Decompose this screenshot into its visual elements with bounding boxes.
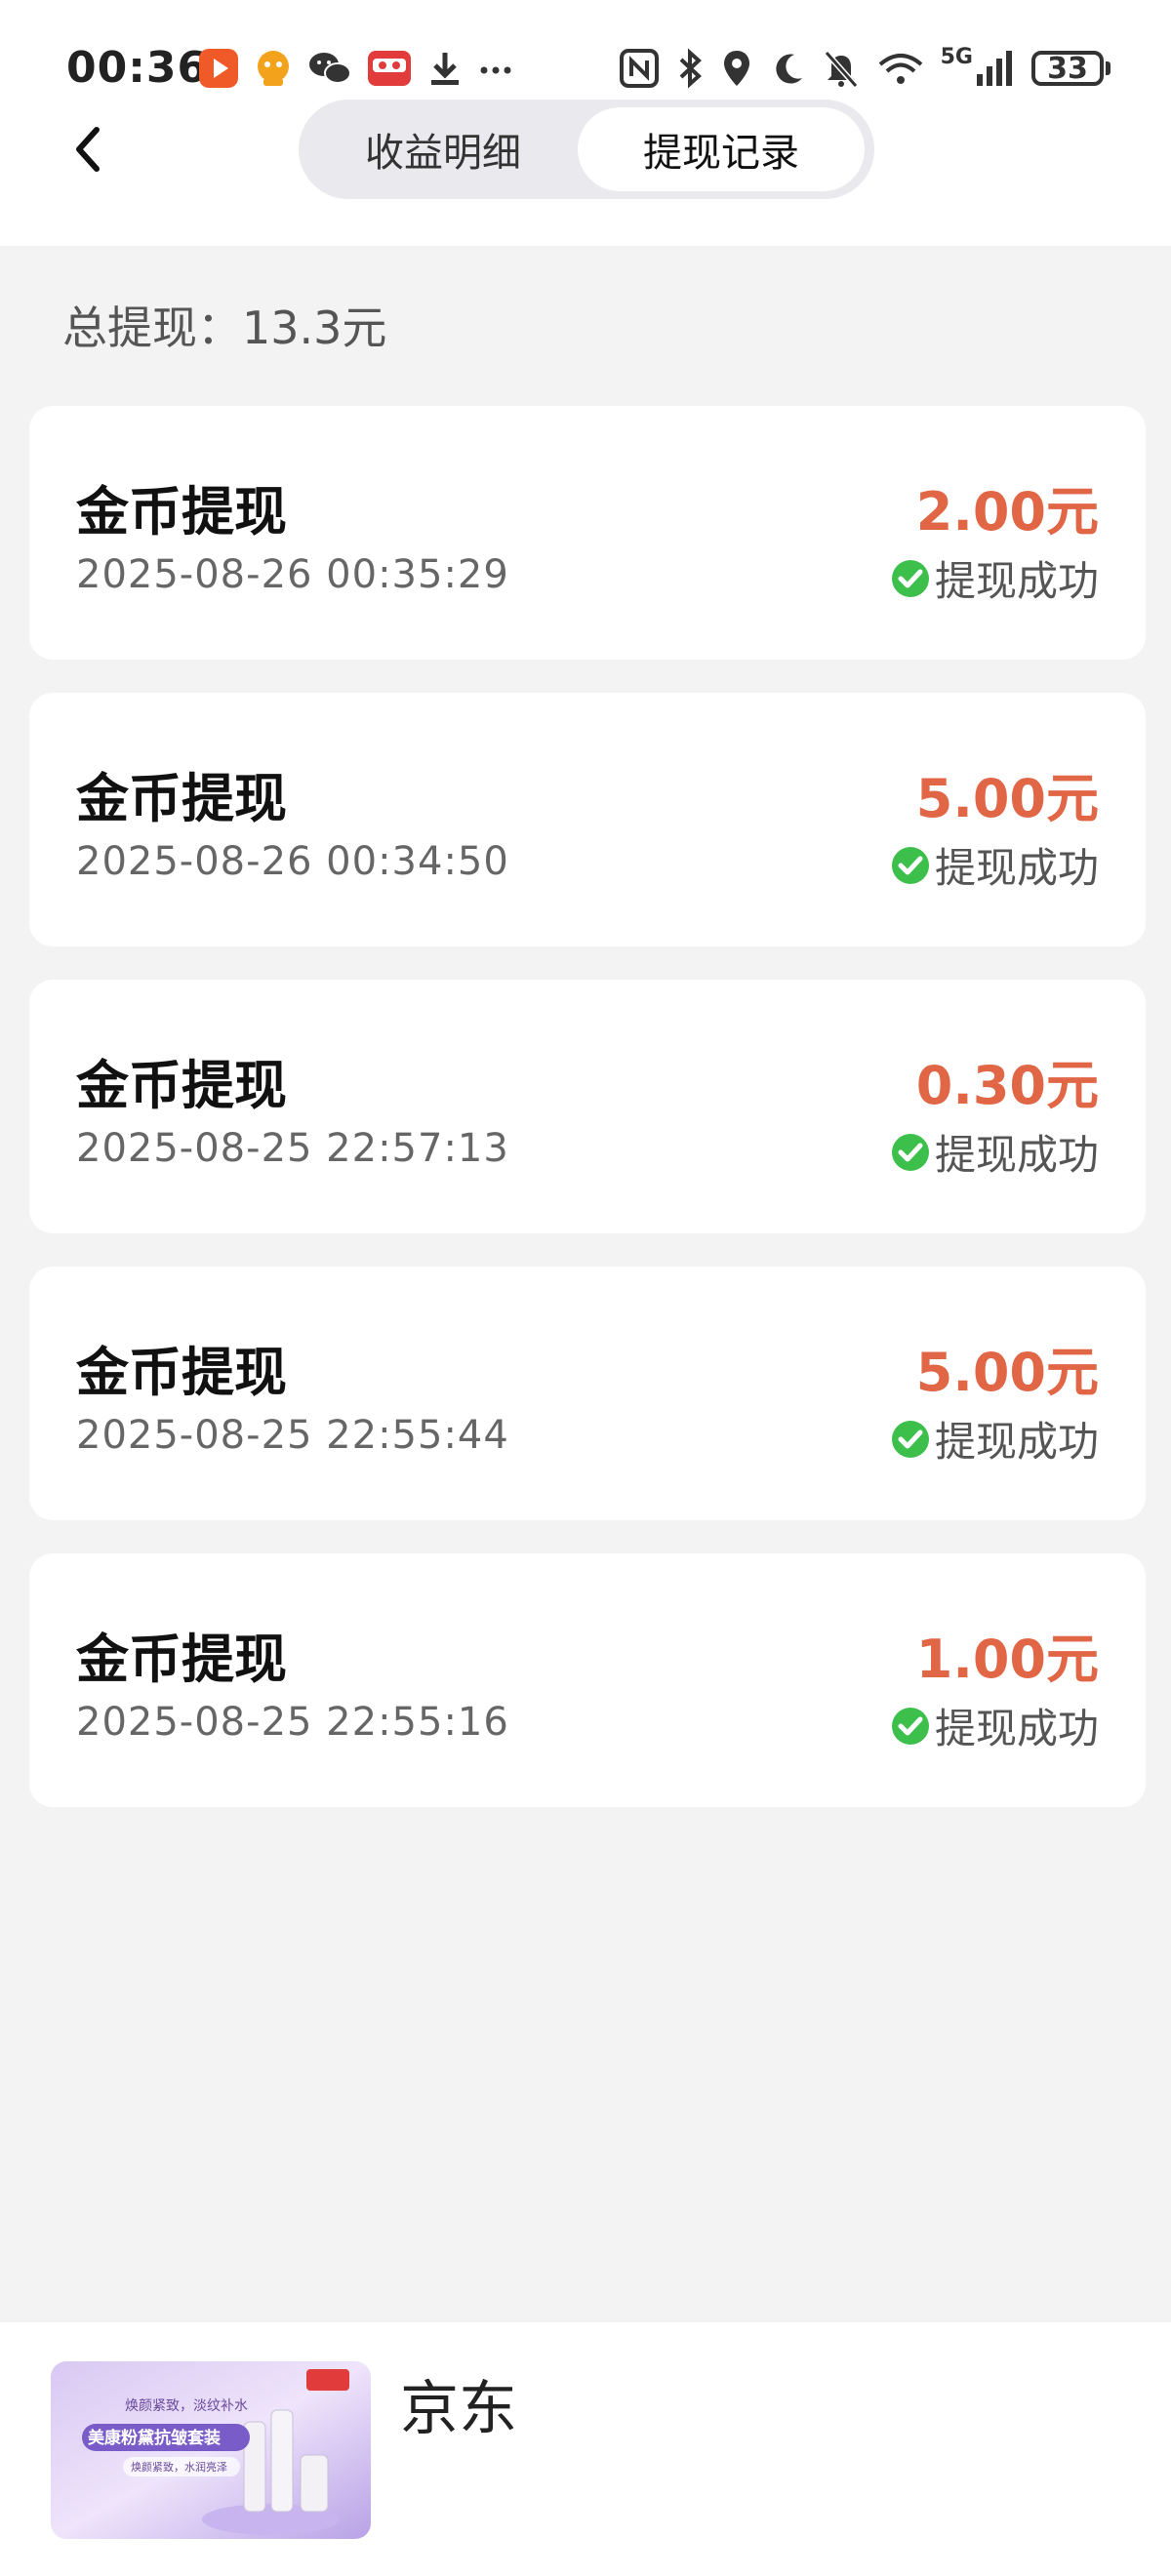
mute-icon (822, 47, 861, 90)
record-amount: 5.00元 (915, 1342, 1099, 1403)
game-app-icon (365, 47, 414, 90)
check-circle-icon (891, 1133, 929, 1171)
chevron-left-icon (76, 127, 100, 172)
location-icon (720, 47, 753, 90)
record-datetime: 2025-08-25 22:55:44 (76, 1413, 509, 1458)
record-datetime: 2025-08-26 00:35:29 (76, 552, 509, 597)
list-item[interactable]: 金币提现 2025-08-25 22:57:13 0.30元 提现成功 (29, 980, 1146, 1233)
record-title: 金币提现 (76, 481, 287, 543)
bluetooth-icon (675, 47, 705, 90)
ad-line-2: 美康粉黛抗皱套装 (88, 2428, 221, 2448)
nfc-icon (619, 47, 660, 90)
record-datetime: 2025-08-25 22:55:16 (76, 1700, 509, 1745)
check-circle-icon (891, 559, 929, 597)
battery-icon: 33 (1031, 51, 1110, 86)
record-amount: 1.00元 (915, 1629, 1099, 1690)
notification-icons (197, 43, 515, 94)
wechat-icon (306, 47, 353, 90)
more-notifications-icon (476, 47, 515, 90)
download-icon (425, 47, 464, 90)
ad-brand-name: 京东 (400, 2375, 517, 2443)
status-text: 提现成功 (934, 1418, 1099, 1466)
record-amount: 5.00元 (915, 768, 1099, 829)
status-time: 00:36 (66, 43, 209, 93)
tab-earnings-detail[interactable]: 收益明细 (306, 107, 580, 191)
record-status: 提现成功 (890, 835, 1099, 895)
wifi-icon (876, 47, 925, 90)
list-item[interactable]: 金币提现 2025-08-25 22:55:44 5.00元 提现成功 (29, 1267, 1146, 1520)
ad-banner[interactable]: 焕颜紧致，淡纹补水 美康粉黛抗皱套装 焕颜紧致，水润亮泽 京东 (0, 2322, 1171, 2576)
video-app-icon (197, 47, 240, 90)
withdrawal-list: 金币提现 2025-08-26 00:35:29 2.00元 提现成功 金币提现… (29, 406, 1146, 1840)
mascot-app-icon (252, 47, 295, 90)
list-item[interactable]: 金币提现 2025-08-26 00:34:50 5.00元 提现成功 (29, 693, 1146, 946)
record-datetime: 2025-08-26 00:34:50 (76, 839, 509, 884)
record-status: 提现成功 (890, 1122, 1099, 1182)
segmented-tabs: 收益明细 提现记录 (299, 100, 874, 199)
ad-line-3: 焕颜紧致，水润亮泽 (131, 2460, 227, 2474)
list-item[interactable]: 金币提现 2025-08-25 22:55:16 1.00元 提现成功 (29, 1553, 1146, 1807)
check-circle-icon (891, 1420, 929, 1458)
record-amount: 0.30元 (915, 1055, 1099, 1116)
check-circle-icon (891, 846, 929, 884)
record-title: 金币提现 (76, 1342, 287, 1403)
status-text: 提现成功 (934, 1131, 1099, 1179)
record-title: 金币提现 (76, 1055, 287, 1116)
record-amount: 2.00元 (915, 481, 1099, 543)
record-status: 提现成功 (890, 548, 1099, 608)
record-datetime: 2025-08-25 22:57:13 (76, 1126, 509, 1171)
record-title: 金币提现 (76, 768, 287, 829)
back-button[interactable] (61, 115, 115, 183)
system-icons: 5G 33 (619, 43, 1110, 94)
total-label: 总提现： (62, 302, 242, 354)
status-text: 提现成功 (934, 557, 1099, 605)
status-bar: 00:36 5G 33 (0, 0, 1171, 98)
battery-level: 33 (1031, 51, 1104, 86)
status-text: 提现成功 (934, 1705, 1099, 1752)
list-item[interactable]: 金币提现 2025-08-26 00:35:29 2.00元 提现成功 (29, 406, 1146, 660)
record-title: 金币提现 (76, 1629, 287, 1690)
status-text: 提现成功 (934, 844, 1099, 892)
top-bar: 00:36 5G 33 收益明细 提现记录 (0, 0, 1171, 246)
record-status: 提现成功 (890, 1696, 1099, 1755)
ad-line-1: 焕颜紧致，淡纹补水 (125, 2397, 248, 2414)
signal-icon: 5G (941, 47, 1016, 90)
total-value: 13.3元 (242, 302, 387, 354)
record-status: 提现成功 (890, 1409, 1099, 1469)
network-type: 5G (940, 45, 973, 69)
total-withdrawal: 总提现：13.3元 (62, 293, 386, 357)
tab-withdrawal-records[interactable]: 提现记录 (578, 107, 865, 191)
check-circle-icon (891, 1707, 929, 1745)
moon-icon (769, 47, 806, 90)
ad-image[interactable]: 焕颜紧致，淡纹补水 美康粉黛抗皱套装 焕颜紧致，水润亮泽 (51, 2361, 371, 2539)
